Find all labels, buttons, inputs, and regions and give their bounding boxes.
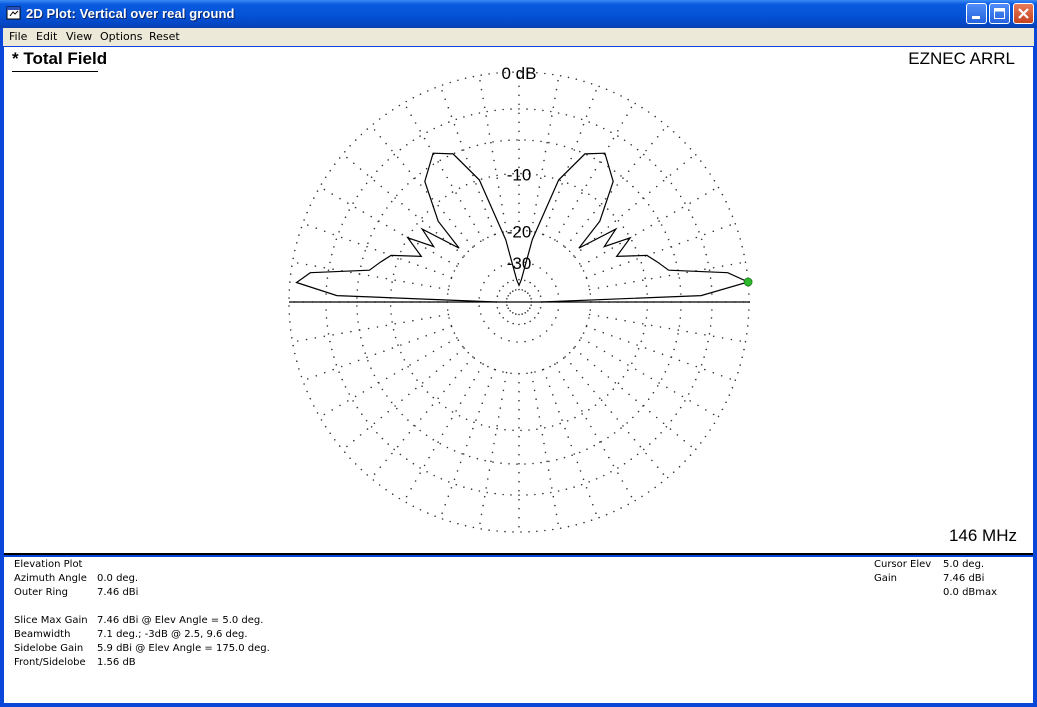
info-value-beamwidth: 7.1 deg.; -3dB @ 2.5, 9.6 deg.: [97, 629, 248, 640]
info-label-max-gain: Slice Max Gain: [14, 615, 88, 626]
plot-window: 2D Plot: Vertical over real ground File …: [0, 0, 1037, 707]
info-value-max-gain: 7.46 dBi @ Elev Angle = 5.0 deg.: [97, 615, 264, 626]
ring-label: -20: [507, 222, 532, 241]
maximize-button[interactable]: [989, 3, 1010, 24]
info-value-front-sidelobe: 1.56 dB: [97, 657, 136, 668]
title-bar[interactable]: 2D Plot: Vertical over real ground: [0, 0, 1037, 28]
cursor-value-dbmax: 0.0 dBmax: [943, 587, 998, 598]
cursor-label-elev: Cursor Elev: [874, 559, 932, 570]
ring-label: -30: [507, 254, 532, 273]
window-title: 2D Plot: Vertical over real ground: [26, 6, 235, 21]
info-value-azimuth: 0.0 deg.: [97, 573, 139, 584]
menu-file[interactable]: File: [9, 30, 27, 43]
info-label-sidelobe: Sidelobe Gain: [14, 643, 84, 654]
cursor-marker: [743, 277, 753, 287]
info-value-outer-ring: 7.46 dBi: [97, 587, 139, 598]
close-icon: [1018, 8, 1029, 19]
maximize-icon: [994, 8, 1005, 19]
cursor-value-elev: 5.0 deg.: [943, 559, 985, 570]
menu-reset[interactable]: Reset: [149, 30, 180, 43]
plot-type-label: Elevation Plot: [14, 559, 83, 570]
cursor-label-gain: Gain: [874, 573, 897, 584]
info-label-outer-ring: Outer Ring: [14, 587, 68, 598]
info-label-beamwidth: Beamwidth: [14, 629, 71, 640]
menu-view[interactable]: View: [66, 30, 92, 43]
info-label-front-sidelobe: Front/Sidelobe: [14, 657, 86, 668]
info-value-sidelobe: 5.9 dBi @ Elev Angle = 175.0 deg.: [97, 643, 270, 654]
polar-chart: 0 dB -10 -20 -30: [288, 64, 753, 533]
close-button[interactable]: [1013, 3, 1034, 24]
ring-label: 0 dB: [502, 64, 537, 83]
menu-edit[interactable]: Edit: [36, 30, 57, 43]
ring-label: -10: [507, 166, 532, 185]
info-panel: Elevation Plot Azimuth Angle 0.0 deg. Ou…: [4, 557, 1033, 703]
menu-options[interactable]: Options: [100, 30, 142, 43]
cursor-value-gain: 7.46 dBi: [943, 573, 985, 584]
menu-bar: File Edit View Options Reset: [3, 28, 1034, 46]
info-label-azimuth: Azimuth Angle: [14, 573, 87, 584]
minimize-icon: [972, 16, 980, 19]
plot-area[interactable]: * Total Field EZNEC ARRL 146 MHz 0 dB -10…: [4, 47, 1033, 555]
window-bottom-edge: [0, 703, 1037, 707]
minimize-button[interactable]: [966, 3, 987, 24]
app-icon: [6, 6, 21, 20]
